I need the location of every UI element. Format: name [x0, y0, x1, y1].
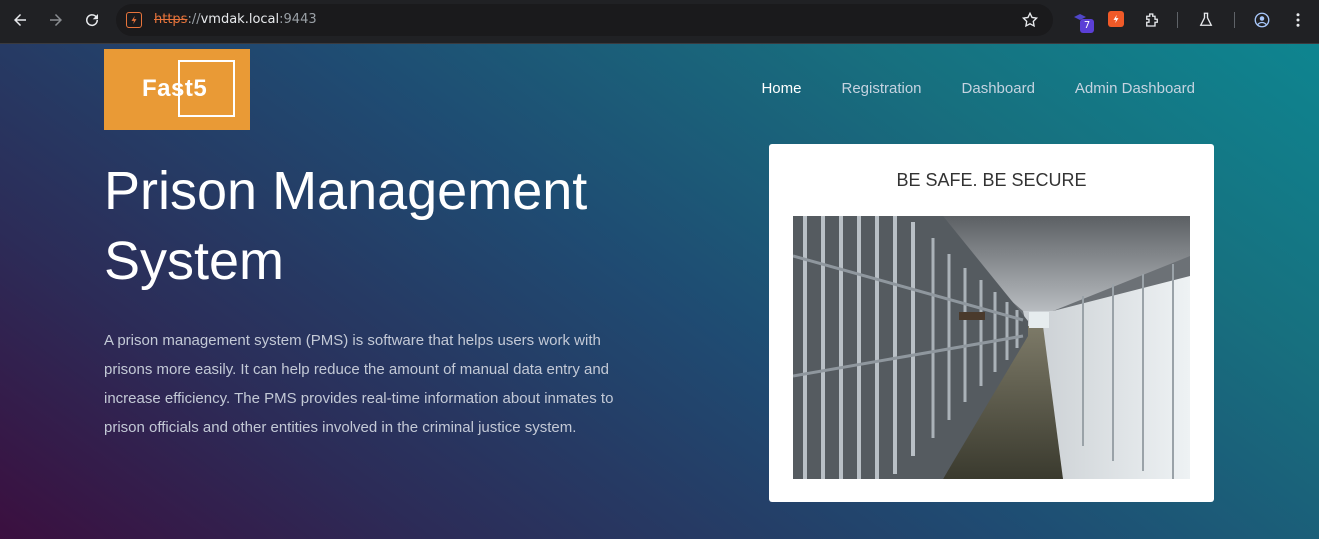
- extensions-icon[interactable]: [1142, 10, 1162, 30]
- site-logo[interactable]: Fast5: [104, 49, 250, 130]
- back-icon[interactable]: [8, 8, 32, 32]
- bookmark-star-icon[interactable]: [1021, 11, 1039, 29]
- url-text[interactable]: https://vmdak.local:9443: [154, 12, 317, 28]
- address-bar[interactable]: https://vmdak.local:9443: [116, 4, 1053, 36]
- url-port: :9443: [279, 12, 317, 27]
- page-content: Fast5 Home Registration Dashboard Admin …: [0, 44, 1319, 539]
- nav-registration[interactable]: Registration: [841, 80, 921, 97]
- main-nav: Home Registration Dashboard Admin Dashbo…: [761, 80, 1195, 97]
- toolbar-divider: [1234, 12, 1235, 28]
- extension-badge: 7: [1080, 19, 1094, 33]
- hero-title: Prison Management System: [104, 161, 588, 291]
- forward-icon[interactable]: [44, 8, 68, 32]
- url-scheme: https: [154, 12, 188, 27]
- reload-icon[interactable]: [80, 8, 104, 32]
- card-title: BE SAFE. BE SECURE: [896, 170, 1087, 190]
- profile-icon[interactable]: [1252, 10, 1272, 30]
- url-host: vmdak.local: [200, 12, 280, 27]
- logo-text: Fast5: [142, 75, 208, 102]
- nav-dashboard[interactable]: Dashboard: [962, 80, 1035, 97]
- url-separator: ://: [187, 12, 201, 27]
- nav-admin-dashboard[interactable]: Admin Dashboard: [1075, 80, 1195, 97]
- site-info-icon[interactable]: [126, 12, 142, 28]
- menu-icon[interactable]: [1288, 10, 1308, 30]
- toolbar-divider: [1177, 12, 1178, 28]
- browser-toolbar: https://vmdak.local:9443 7: [0, 0, 1319, 44]
- feature-card: BE SAFE. BE SECURE: [769, 144, 1214, 502]
- hero-description: A prison management system (PMS) is soft…: [104, 332, 614, 436]
- labs-icon[interactable]: [1196, 10, 1216, 30]
- nav-home[interactable]: Home: [761, 80, 801, 97]
- prison-corridor-image: [793, 216, 1190, 479]
- extension-lightning-icon[interactable]: [1108, 11, 1124, 27]
